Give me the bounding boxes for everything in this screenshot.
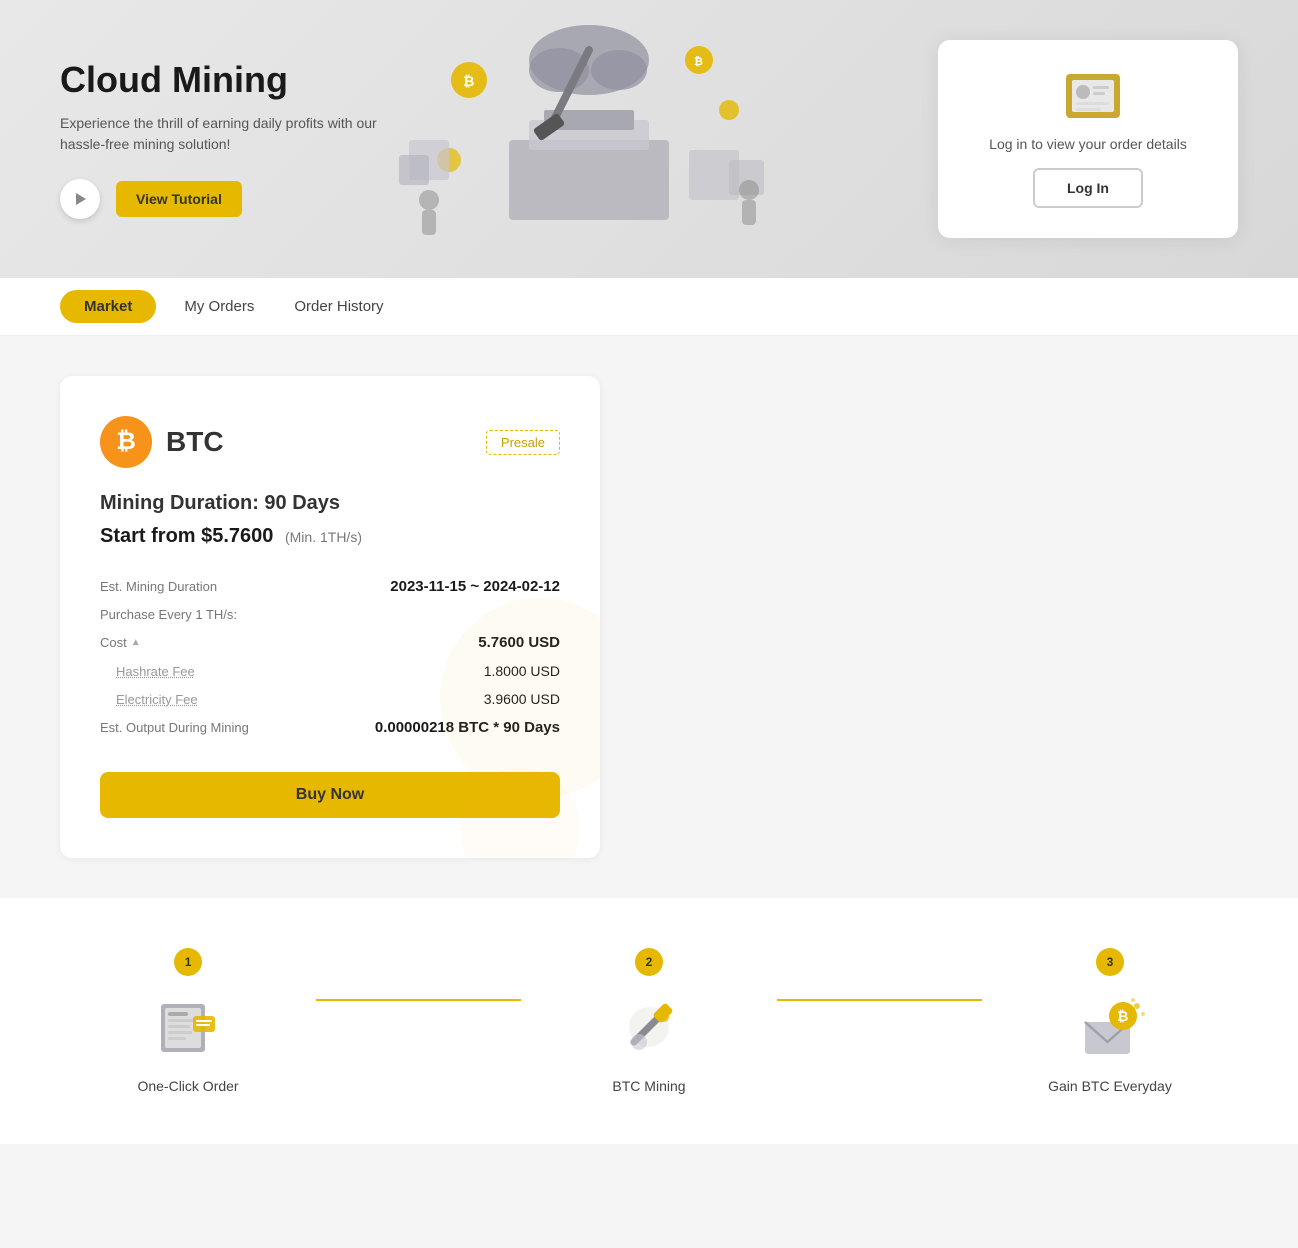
est-duration-value: 2023-11-15 ~ 2024-02-12 bbox=[390, 578, 560, 595]
coin-info: ₿ BTC bbox=[100, 416, 224, 468]
login-button[interactable]: Log In bbox=[1033, 168, 1143, 208]
buy-button[interactable]: Buy Now bbox=[100, 772, 560, 818]
mining-card: ₿ BTC Presale Mining Duration: 90 Days S… bbox=[60, 376, 600, 858]
main-content: ₿ BTC Presale Mining Duration: 90 Days S… bbox=[0, 336, 1298, 898]
electricity-value: 3.9600 USD bbox=[484, 691, 560, 707]
tab-my-orders[interactable]: My Orders bbox=[164, 278, 274, 335]
start-price: Start from $5.7600 bbox=[100, 525, 273, 547]
step-1-label: One-Click Order bbox=[60, 1078, 316, 1094]
step-1-icon bbox=[153, 992, 223, 1062]
start-from: Start from $5.7600 (Min. 1TH/s) bbox=[100, 525, 560, 548]
sort-icon: ▲ bbox=[131, 637, 141, 648]
tab-market[interactable]: Market bbox=[60, 290, 156, 323]
tab-order-history[interactable]: Order History bbox=[274, 278, 403, 335]
hero-subtitle: Experience the thrill of earning daily p… bbox=[60, 113, 400, 155]
step-3-number: 3 bbox=[1096, 948, 1124, 976]
min-hashrate: (Min. 1TH/s) bbox=[285, 529, 362, 545]
output-row: Est. Output During Mining 0.00000218 BTC… bbox=[100, 713, 560, 742]
hero-section: Cloud Mining Experience the thrill of ea… bbox=[0, 0, 1298, 278]
steps-section: 1 One-Click Order 2 bbox=[0, 898, 1298, 1144]
tabs-container: Market My Orders Order History bbox=[0, 278, 1298, 336]
svg-text:₿: ₿ bbox=[694, 56, 703, 68]
step-connector-1 bbox=[316, 999, 521, 1001]
tutorial-button[interactable]: View Tutorial bbox=[116, 181, 242, 217]
cost-value: 5.7600 USD bbox=[478, 634, 560, 651]
est-duration-label: Est. Mining Duration bbox=[100, 579, 217, 594]
step-2-label: BTC Mining bbox=[521, 1078, 777, 1094]
step-3-icon: ₿ bbox=[1075, 992, 1145, 1062]
hero-actions: View Tutorial bbox=[60, 179, 400, 219]
hashrate-value: 1.8000 USD bbox=[484, 663, 560, 679]
cost-label: Cost ▲ bbox=[100, 635, 141, 650]
details-table: Est. Mining Duration 2023-11-15 ~ 2024-0… bbox=[100, 572, 560, 742]
output-value: 0.00000218 BTC * 90 Days bbox=[375, 719, 560, 736]
step-connector-2 bbox=[777, 999, 982, 1001]
play-icon bbox=[72, 191, 88, 207]
play-button[interactable] bbox=[60, 179, 100, 219]
step-2-icon bbox=[614, 992, 684, 1062]
mining-duration: Mining Duration: 90 Days bbox=[100, 492, 560, 515]
login-icon bbox=[1058, 70, 1118, 120]
card-header: ₿ BTC Presale bbox=[100, 416, 560, 468]
svg-text:₿: ₿ bbox=[1117, 1008, 1128, 1024]
step-1-number: 1 bbox=[174, 948, 202, 976]
login-card: Log in to view your order details Log In bbox=[938, 40, 1238, 238]
hashrate-label: Hashrate Fee bbox=[116, 664, 195, 679]
hashrate-row: Hashrate Fee 1.8000 USD bbox=[100, 657, 560, 685]
est-duration-row: Est. Mining Duration 2023-11-15 ~ 2024-0… bbox=[100, 572, 560, 601]
tabs: Market My Orders Order History bbox=[60, 278, 1238, 335]
step-1: 1 One-Click Order bbox=[60, 948, 316, 1094]
login-message: Log in to view your order details bbox=[978, 136, 1198, 152]
btc-icon: ₿ bbox=[100, 416, 152, 468]
coin-name: BTC bbox=[166, 426, 224, 458]
hero-title: Cloud Mining bbox=[60, 59, 400, 101]
hero-left: Cloud Mining Experience the thrill of ea… bbox=[60, 59, 400, 219]
electricity-label: Electricity Fee bbox=[116, 692, 198, 707]
electricity-row: Electricity Fee 3.9600 USD bbox=[100, 685, 560, 713]
presale-badge: Presale bbox=[486, 430, 560, 455]
svg-text:₿: ₿ bbox=[463, 73, 474, 89]
output-label: Est. Output During Mining bbox=[100, 720, 249, 735]
step-2: 2 BTC Mining bbox=[521, 948, 777, 1094]
cost-row: Cost ▲ 5.7600 USD bbox=[100, 628, 560, 657]
step-3-label: Gain BTC Everyday bbox=[982, 1078, 1238, 1094]
purchase-row: Purchase Every 1 TH/s: bbox=[100, 601, 560, 628]
step-2-number: 2 bbox=[635, 948, 663, 976]
step-3: 3 ₿ Gain BTC Everyday bbox=[982, 948, 1238, 1094]
purchase-label: Purchase Every 1 TH/s: bbox=[100, 607, 237, 622]
